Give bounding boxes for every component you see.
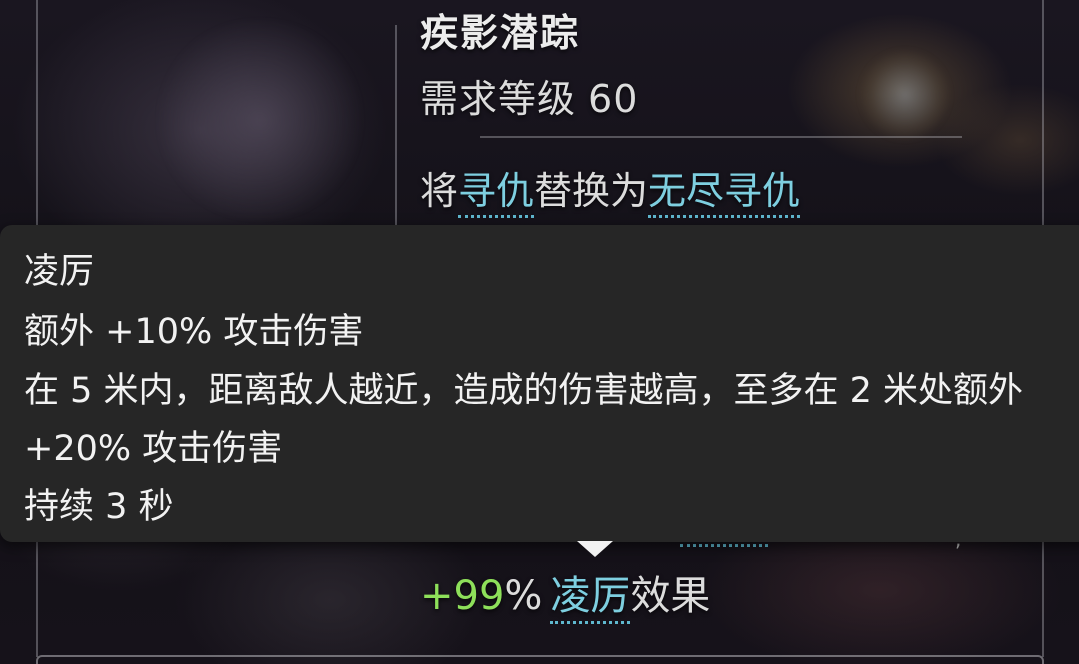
bonus-value: +99: [420, 573, 505, 619]
bottom-panel-edge: [36, 655, 1044, 664]
tooltip-line-2: 在 5 米内，距离敌人越近，造成的伤害越高，至多在 2 米处额外: [24, 371, 1024, 411]
section-divider: [480, 136, 962, 138]
tooltip-line-1: 额外 +10% 攻击伤害: [24, 312, 364, 352]
tooltip-line-4: 持续 3 秒: [24, 487, 174, 527]
bonus-keyword-link[interactable]: 凌厉: [550, 573, 631, 624]
left-frame-line: [36, 0, 38, 225]
right-frame-line-lower: [1042, 542, 1044, 657]
tooltip-line-3: +20% 攻击伤害: [24, 429, 283, 469]
bonus-effect-line: +99% 凌厉效果: [420, 563, 711, 624]
bonus-percent: %: [504, 573, 543, 619]
tooltip-title: 凌厉: [24, 252, 95, 292]
mechanical-eye-art: [860, 50, 950, 140]
armor-figure-art: [150, 20, 370, 220]
keyword-tooltip: 凌厉 额外 +10% 攻击伤害 在 5 米内，距离敌人越近，造成的伤害越高，至多…: [0, 225, 1079, 542]
bonus-suffix: 效果: [630, 573, 711, 619]
tooltip-pointer-arrow: [577, 541, 613, 557]
center-divider-line: [395, 25, 397, 225]
obscured-keyword-underline: [680, 544, 768, 547]
requirement-label: 需求等级: [420, 77, 577, 121]
left-frame-line-lower: [36, 542, 38, 657]
to-skill-link[interactable]: 无尽寻仇: [648, 169, 801, 218]
requirement-level: 60: [588, 77, 639, 121]
replace-middle: 替换为: [534, 169, 649, 213]
from-skill-link[interactable]: 寻仇: [458, 169, 535, 218]
right-frame-line: [1042, 0, 1044, 225]
skill-title: 疾影潜踪: [420, 11, 581, 55]
replace-prefix: 将: [420, 169, 459, 213]
skill-replace-line: 将寻仇替换为无尽寻仇: [420, 160, 801, 218]
level-requirement: 需求等级 60: [420, 68, 650, 123]
